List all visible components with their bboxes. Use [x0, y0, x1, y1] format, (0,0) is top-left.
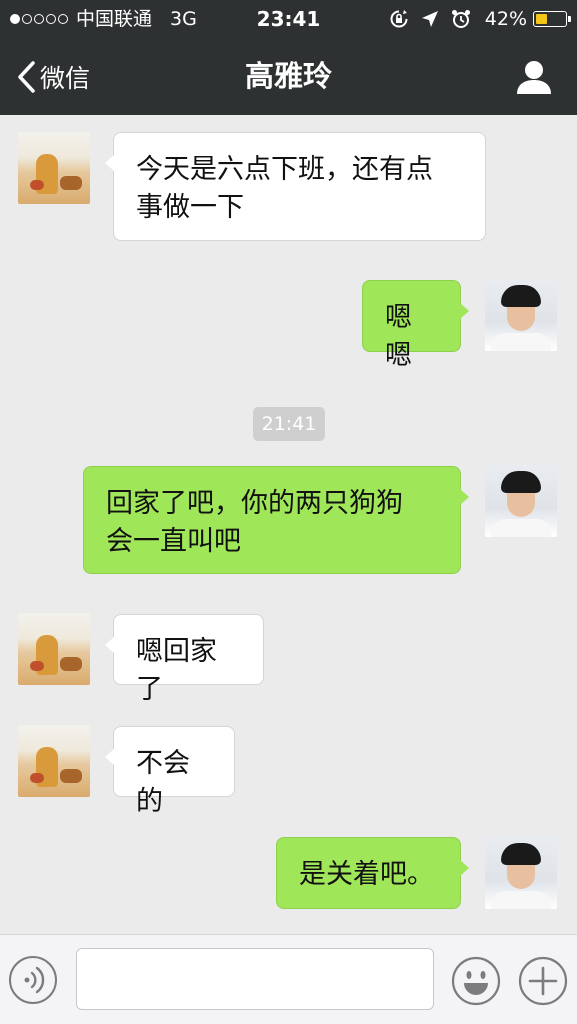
- message-line: 今天是六点下班，还有点: [136, 154, 433, 185]
- message-row: 是关着吧。: [0, 0, 557, 909]
- message-line: 不会的: [136, 748, 190, 817]
- input-bar: [0, 934, 577, 1024]
- emoji-icon: [451, 956, 501, 1006]
- voice-button[interactable]: [9, 956, 57, 1004]
- message-bubble[interactable]: 是关着吧。: [276, 837, 469, 909]
- message-line: 回家了吧，你的两只狗狗: [106, 488, 403, 519]
- message-bubble[interactable]: 回家了吧，你的两只狗狗 会一直叫吧: [83, 466, 469, 574]
- message-line: 是关着吧。: [299, 859, 434, 890]
- contact-avatar[interactable]: [18, 725, 90, 797]
- battery-icon: [533, 11, 571, 27]
- profile-button[interactable]: [515, 58, 553, 96]
- message-bubble[interactable]: 今天是六点下班，还有点 事做一下: [105, 132, 486, 241]
- alarm-icon: [451, 9, 471, 29]
- my-avatar[interactable]: [485, 837, 557, 909]
- location-arrow-icon: [421, 10, 439, 28]
- message-bubble[interactable]: 不会的: [105, 726, 235, 817]
- my-avatar[interactable]: [485, 465, 557, 537]
- message-line: 事做一下: [136, 192, 244, 223]
- message-input[interactable]: [76, 948, 434, 1010]
- message-line: 嗯嗯: [385, 302, 412, 371]
- message-bubble[interactable]: 嗯回家了: [105, 614, 264, 705]
- rotation-lock-icon: [389, 9, 409, 29]
- plus-icon: [518, 956, 568, 1006]
- chat-title: 高雅玲: [244, 59, 332, 93]
- message-bubble[interactable]: 嗯嗯: [362, 280, 469, 371]
- message-line: 嗯回家了: [136, 636, 217, 705]
- timestamp-chip: 21:41: [253, 407, 325, 441]
- top-bar: 中国联通 3G 23:41 42% 微信 高雅玲: [0, 0, 577, 115]
- status-bar: 中国联通 3G 23:41 42%: [0, 0, 577, 38]
- message-line: 会一直叫吧: [106, 526, 241, 557]
- nav-bar: 微信 高雅玲: [0, 38, 577, 115]
- person-icon: [517, 61, 551, 94]
- contact-avatar[interactable]: [18, 132, 90, 204]
- more-button[interactable]: [518, 956, 568, 1006]
- contact-avatar[interactable]: [18, 613, 90, 685]
- my-avatar[interactable]: [485, 279, 557, 351]
- emoji-button[interactable]: [451, 956, 501, 1006]
- voice-icon: [24, 966, 45, 994]
- battery-percentage: 42%: [484, 8, 527, 30]
